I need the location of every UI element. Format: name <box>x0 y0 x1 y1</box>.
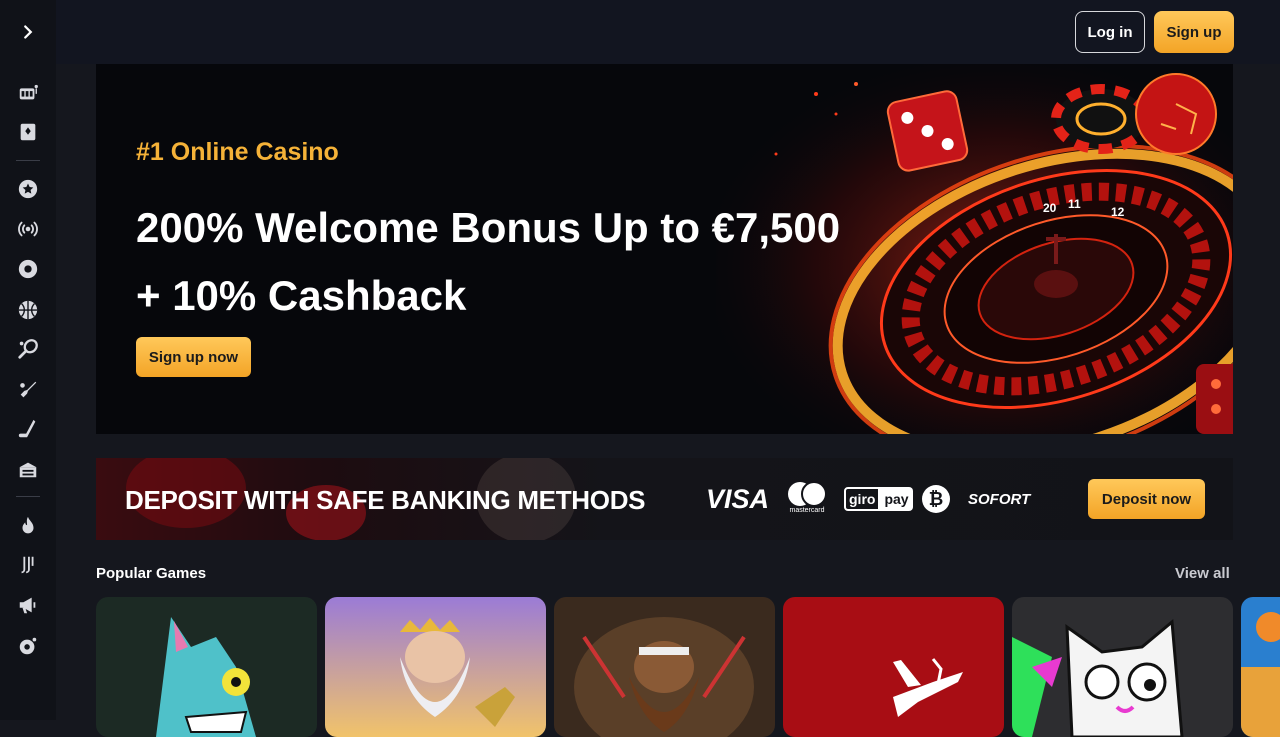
giropay-logo: giro pay <box>844 480 913 518</box>
game-card[interactable] <box>1241 597 1280 737</box>
game-card[interactable] <box>1012 597 1233 737</box>
hero-title-line: + 10% Cashback <box>136 272 467 319</box>
signup-button[interactable]: Sign up <box>1154 11 1234 53</box>
cards-icon[interactable] <box>14 118 42 146</box>
view-all-link[interactable]: View all <box>1175 565 1230 582</box>
support-icon[interactable] <box>14 632 42 660</box>
sidebar-divider <box>16 160 40 161</box>
banking-title: DEPOSIT WITH SAFE BANKING METHODS <box>125 485 646 515</box>
giropay-left: giro <box>844 487 881 511</box>
mastercard-icon <box>788 481 827 507</box>
hero-banner: 20 11 12 #1 Online Casino 200% Welcome B… <box>96 64 1233 434</box>
sidebar <box>0 0 56 720</box>
chevron-right-icon[interactable] <box>14 18 42 46</box>
hero-title-line: 200% Welcome Bonus Up to €7,500 <box>136 204 841 251</box>
game-card[interactable] <box>325 597 546 737</box>
cat-character-thumbnail <box>1012 597 1233 737</box>
basketball-icon[interactable] <box>14 296 42 324</box>
roulette-number: 12 <box>1111 205 1125 219</box>
banking-banner: DEPOSIT WITH SAFE BANKING METHODS VISA m… <box>96 458 1233 540</box>
sofort-logo: SOFORT <box>968 490 1031 508</box>
live-icon[interactable] <box>14 215 42 243</box>
viking-warrior-thumbnail <box>554 597 775 737</box>
tennis-icon[interactable] <box>14 335 42 363</box>
casino-icon[interactable] <box>14 78 42 106</box>
visa-logo: VISA <box>706 483 770 514</box>
deposit-button[interactable]: Deposit now <box>1088 479 1205 519</box>
football-icon[interactable] <box>14 255 42 283</box>
roulette-number: 11 <box>1068 197 1081 211</box>
hero-tagline: #1 Online Casino <box>136 138 339 166</box>
partial-game-thumbnail <box>1241 597 1280 737</box>
login-button[interactable]: Log in <box>1075 11 1145 53</box>
game-card[interactable] <box>96 597 317 737</box>
star-icon[interactable] <box>14 175 42 203</box>
game-card[interactable] <box>554 597 775 737</box>
mastercard-logo: mastercard <box>784 480 830 518</box>
bitcoin-icon: ₿ <box>922 485 950 513</box>
fire-icon[interactable] <box>14 512 42 540</box>
bitcoin-logo: ₿ <box>922 480 950 518</box>
giropay-right: pay <box>880 487 913 511</box>
mastercard-label: mastercard <box>789 507 825 514</box>
hero-signup-button[interactable]: Sign up now <box>136 337 251 377</box>
roulette-number: 20 <box>1043 201 1057 215</box>
hockey-icon[interactable] <box>14 415 42 443</box>
hero-title: 200% Welcome Bonus Up to €7,500 + 10% Ca… <box>136 194 896 330</box>
cricket-icon[interactable] <box>14 376 42 404</box>
aviator-plane-thumbnail <box>783 597 1004 737</box>
megaphone-icon[interactable] <box>14 591 42 619</box>
popular-games-title: Popular Games <box>96 565 207 582</box>
stadium-icon[interactable] <box>14 455 42 483</box>
zeus-thumbnail <box>325 597 546 737</box>
cat-cartoon-thumbnail <box>96 597 317 737</box>
game-card[interactable] <box>783 597 1004 737</box>
sidebar-divider <box>16 496 40 497</box>
juventus-icon[interactable] <box>14 551 42 579</box>
